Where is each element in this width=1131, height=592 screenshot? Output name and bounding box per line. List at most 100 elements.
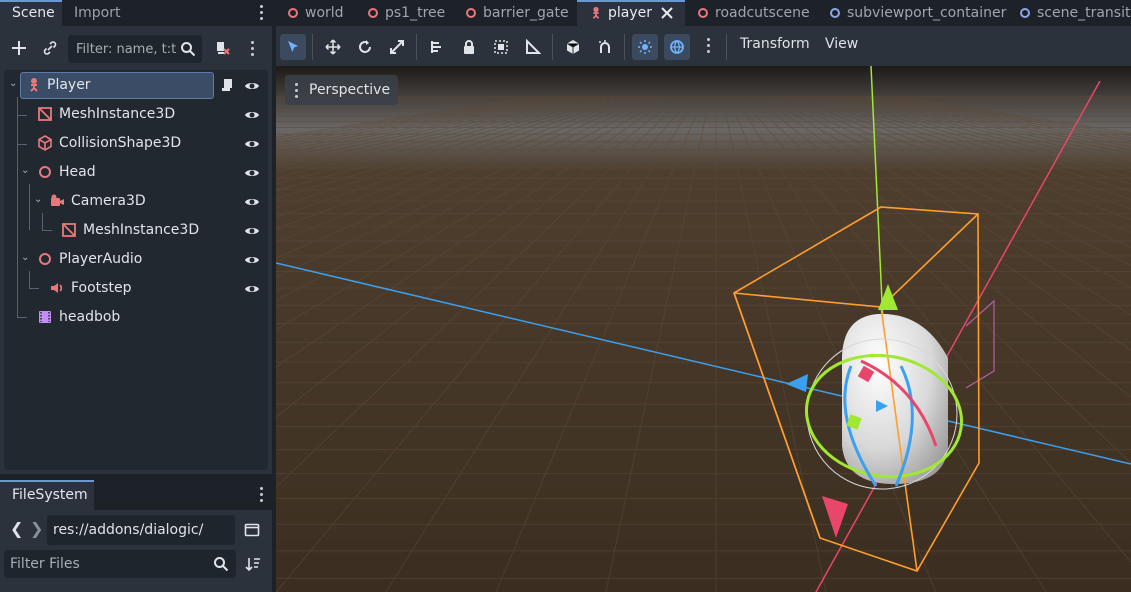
scene-tab-world[interactable]: world [288,0,344,26]
toolbar-separator [416,34,417,60]
scene-dot-icon [368,8,378,18]
lock-button[interactable] [456,34,482,60]
cube-icon [566,40,580,54]
preview-environment-button[interactable] [664,34,690,60]
player-node-icon [592,6,600,19]
tree-row-collisionshape3d[interactable]: CollisionShape3D [4,129,268,158]
tab-scene[interactable]: Scene [0,0,62,26]
scene-tree-menu-icon[interactable] [251,41,255,57]
tree-item-label: Footstep [71,280,132,296]
group-button[interactable] [488,34,514,60]
mesh-instance-icon [38,107,52,121]
tree-item-label: Head [59,164,96,180]
transform-menu[interactable]: Transform [740,36,810,52]
sort-icon[interactable] [245,556,261,572]
chevron-down-icon[interactable]: ⌄ [21,252,31,266]
tree-item-label: MeshInstance3D [83,222,200,238]
scene-tree: ⌄ Player MeshInstance3D CollisionShape3D [4,70,268,470]
tree-row-meshinstance3d-child[interactable]: MeshInstance3D [4,216,268,245]
visibility-eye-icon[interactable] [244,223,260,239]
collision-shape-icon [38,135,52,151]
add-node-button[interactable] [7,36,31,60]
split-view-icon[interactable] [244,522,260,538]
globe-icon [670,40,684,54]
filter-files-input[interactable] [4,550,204,578]
list-select-button[interactable] [424,34,450,60]
instance-scene-button[interactable] [38,36,62,60]
chevron-down-icon[interactable]: ⌄ [34,194,44,208]
search-icon [214,557,229,572]
scene-panel: ⌄ Player MeshInstance3D CollisionShape3D [0,26,272,474]
scene-filter-input[interactable] [68,35,178,63]
close-icon[interactable] [661,7,673,19]
visibility-eye-icon[interactable] [244,136,260,152]
tab-filesystem[interactable]: FileSystem [0,480,94,510]
tree-row-headbob[interactable]: headbob [4,303,268,332]
animation-player-icon [39,311,51,323]
viewport-options-menu-icon[interactable] [707,38,711,54]
player-node-icon [30,78,38,92]
scene-dock-menu-icon[interactable] [260,5,264,21]
script-icon[interactable] [220,77,236,93]
tree-row-footstep[interactable]: Footstep [4,274,268,303]
tree-row-playeraudio[interactable]: ⌄ PlayerAudio [4,245,268,274]
tree-item-label: CollisionShape3D [59,135,182,151]
scene-filter-box [68,35,202,63]
mesh-instance-icon [62,223,76,237]
viewport-scene[interactable] [276,66,1131,592]
snap-button[interactable] [592,34,618,60]
select-mode-button[interactable] [280,34,306,60]
tree-item-label: MeshInstance3D [59,106,176,122]
tree-item-label: headbob [59,309,121,325]
visibility-eye-icon[interactable] [244,78,260,94]
scene-tab-subviewport-container[interactable]: subviewport_container [830,0,1006,26]
move-icon [325,39,341,55]
camera-icon [51,194,64,206]
visibility-eye-icon[interactable] [244,165,260,181]
ruler-button[interactable] [520,34,546,60]
attach-script-button[interactable] [210,36,234,60]
visibility-eye-icon[interactable] [244,107,260,123]
search-icon [181,42,196,57]
3d-viewport[interactable]: Perspective [276,66,1131,592]
tree-row-meshinstance3d[interactable]: MeshInstance3D [4,100,268,129]
plus-icon [12,41,26,55]
tree-row-head[interactable]: ⌄ Head [4,158,268,187]
back-icon[interactable]: ❮ [10,519,23,538]
rotate-icon [359,40,371,53]
chevron-down-icon[interactable]: ⌄ [9,78,19,92]
local-space-button[interactable] [560,34,586,60]
visibility-eye-icon[interactable] [244,194,260,210]
path-field[interactable]: res://addons/dialogic/ [47,515,235,545]
tree-row-player[interactable]: ⌄ Player [4,71,268,100]
forward-icon[interactable]: ❯ [30,519,43,538]
magnet-icon [599,40,610,53]
node3d-icon [39,166,51,178]
scene-tab-roadcutscene[interactable]: roadcutscene [698,0,810,26]
visibility-eye-icon[interactable] [244,252,260,268]
tree-item-label: Camera3D [71,193,146,209]
preview-sun-button[interactable] [632,34,658,60]
scene-tab-player[interactable]: player [577,0,685,26]
perspective-label: Perspective [309,82,391,98]
ground-plane [276,66,1131,592]
tree-row-camera3d[interactable]: ⌄ Camera3D [4,187,268,216]
filesystem-menu-icon[interactable] [260,487,264,503]
move-mode-button[interactable] [320,34,346,60]
rotate-mode-button[interactable] [352,34,378,60]
view-menu[interactable]: View [825,36,858,52]
scene-tab-label: world [305,5,344,21]
list-select-icon [431,41,441,53]
toolbar-separator [552,34,553,60]
perspective-menu-button[interactable]: Perspective [285,75,399,105]
scale-mode-button[interactable] [384,34,410,60]
scene-tab-barrier-gate[interactable]: barrier_gate [466,0,569,26]
scene-tab-scene-transition[interactable]: scene_transiti [1020,0,1131,26]
scene-tab-ps1-tree[interactable]: ps1_tree [368,0,445,26]
lock-icon [464,40,474,54]
visibility-eye-icon[interactable] [244,281,260,297]
tab-import[interactable]: Import [62,0,132,26]
chevron-down-icon[interactable]: ⌄ [21,165,31,179]
audio-player-icon [51,283,63,293]
scene-tab-label: subviewport_container [847,5,1007,21]
